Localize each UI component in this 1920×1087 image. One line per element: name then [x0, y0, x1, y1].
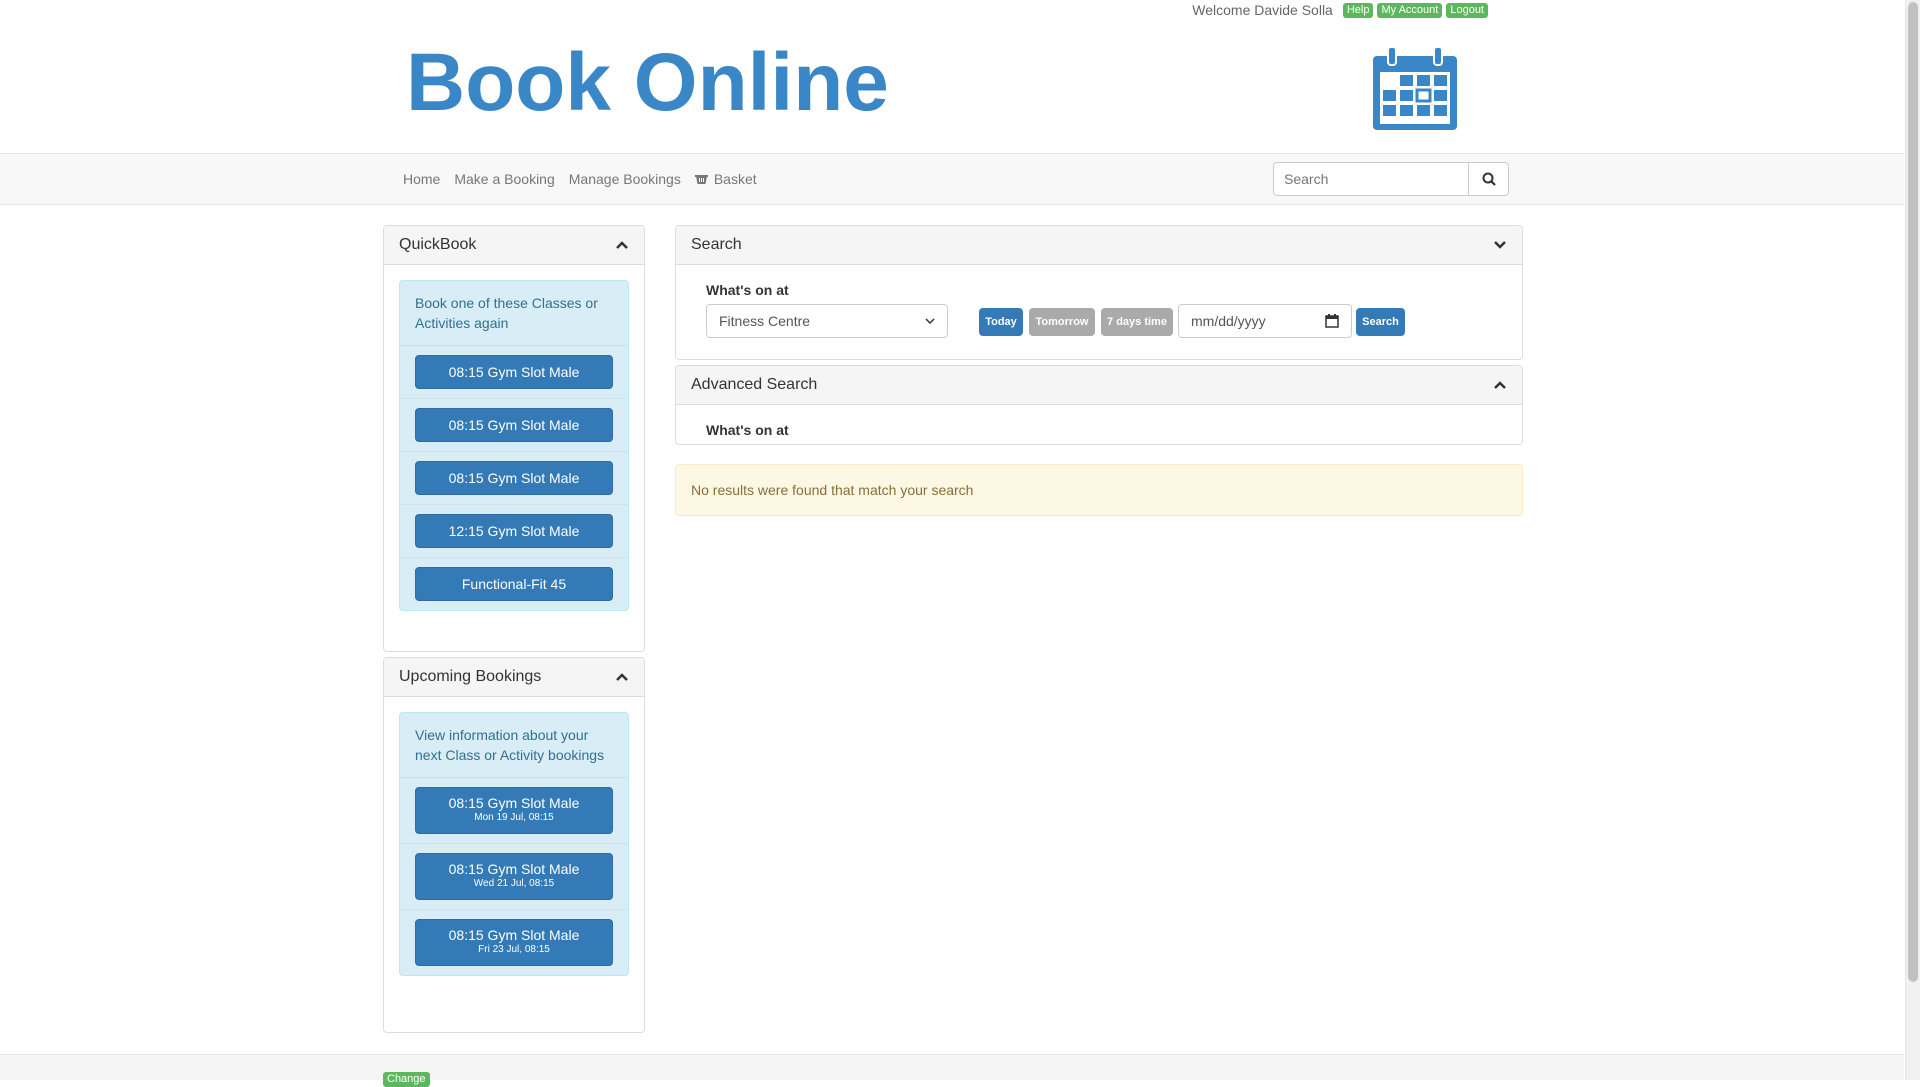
- advanced-search-heading[interactable]: Advanced Search: [676, 366, 1522, 405]
- chevron-up-icon[interactable]: [615, 670, 629, 684]
- advanced-whats-on-label: What's on at: [706, 422, 789, 438]
- list-item: 08:15 Gym Slot Male Fri 23 Jul, 08:15: [400, 910, 628, 975]
- search-panel-title: Search: [691, 236, 742, 253]
- quickbook-heading[interactable]: QuickBook: [384, 226, 644, 265]
- list-item: 08:15 Gym Slot Male: [400, 346, 628, 399]
- page-scrollbar[interactable]: [1905, 0, 1920, 1080]
- basket-icon: [694, 175, 708, 184]
- quickbook-box: Book one of these Classes or Activities …: [399, 280, 629, 611]
- quickbook-button[interactable]: 08:15 Gym Slot Male: [415, 408, 613, 442]
- list-item: 08:15 Gym Slot Male Wed 21 Jul, 08:15: [400, 844, 628, 910]
- booking-button[interactable]: 08:15 Gym Slot Male Wed 21 Jul, 08:15: [415, 853, 613, 900]
- booking-time: Mon 19 Jul, 08:15: [474, 812, 554, 823]
- date-input[interactable]: mm/dd/yyyy: [1178, 304, 1352, 338]
- whats-on-label: What's on at: [706, 282, 789, 298]
- top-bar: Welcome Davide Solla Help My Account Log…: [0, 0, 1904, 22]
- site-logo[interactable]: Book Online: [406, 42, 889, 124]
- tomorrow-button[interactable]: Tomorrow: [1029, 308, 1095, 336]
- chevron-up-icon[interactable]: [615, 238, 629, 252]
- main-navbar: Home Make a Booking Manage Bookings Bask…: [0, 153, 1904, 205]
- quickbook-button[interactable]: Functional-Fit 45: [415, 567, 613, 601]
- location-select-value: Fitness Centre: [719, 313, 811, 329]
- search-heading[interactable]: Search: [676, 226, 1522, 265]
- scrollbar-thumb[interactable]: [1908, 2, 1918, 982]
- today-button[interactable]: Today: [979, 308, 1023, 336]
- calendar-icon: [1373, 46, 1457, 130]
- list-item: Functional-Fit 45: [400, 558, 628, 610]
- list-item: 12:15 Gym Slot Male: [400, 505, 628, 558]
- site-footer: Change: [0, 1054, 1904, 1087]
- quickbook-intro: Book one of these Classes or Activities …: [400, 281, 628, 346]
- seven-days-button[interactable]: 7 days time: [1101, 308, 1173, 336]
- upcoming-bookings-panel: Upcoming Bookings View information about…: [383, 657, 645, 1033]
- booking-name: 08:15 Gym Slot Male: [448, 927, 580, 943]
- help-link[interactable]: Help: [1342, 2, 1374, 18]
- advanced-search-panel: Advanced Search What's on at: [675, 365, 1523, 445]
- list-item: 08:15 Gym Slot Male: [400, 399, 628, 452]
- list-item: 08:15 Gym Slot Male Mon 19 Jul, 08:15: [400, 778, 628, 844]
- search-submit-button[interactable]: Search: [1356, 308, 1405, 336]
- nav-menu: Home Make a Booking Manage Bookings Bask…: [396, 154, 764, 204]
- search-panel: Search What's on at Fitness Centre Today…: [675, 225, 1523, 360]
- booking-name: 08:15 Gym Slot Male: [448, 861, 580, 877]
- upcoming-bookings-title: Upcoming Bookings: [399, 668, 542, 685]
- location-select[interactable]: Fitness Centre: [706, 304, 948, 338]
- top-bar-links: Welcome Davide Solla Help My Account Log…: [1192, 2, 1488, 18]
- booking-button[interactable]: 08:15 Gym Slot Male Fri 23 Jul, 08:15: [415, 919, 613, 966]
- list-item: 08:15 Gym Slot Male: [400, 452, 628, 505]
- logout-link[interactable]: Logout: [1446, 2, 1488, 18]
- my-account-link[interactable]: My Account: [1377, 2, 1443, 18]
- site-header: Book Online: [0, 22, 1904, 152]
- quickbook-title: QuickBook: [399, 236, 477, 253]
- advanced-search-title: Advanced Search: [691, 376, 818, 393]
- nav-search-input[interactable]: [1273, 162, 1469, 196]
- nav-make-booking[interactable]: Make a Booking: [447, 171, 561, 187]
- search-icon: [1482, 172, 1496, 186]
- upcoming-bookings-heading[interactable]: Upcoming Bookings: [384, 658, 644, 697]
- nav-basket-label: Basket: [713, 171, 757, 187]
- chevron-down-icon: [925, 318, 935, 325]
- calendar-picker-icon[interactable]: [1325, 314, 1339, 328]
- upcoming-bookings-intro: View information about your next Class o…: [400, 713, 628, 778]
- nav-search-button[interactable]: [1469, 162, 1509, 196]
- welcome-text: Welcome Davide Solla: [1192, 2, 1333, 18]
- nav-manage-bookings[interactable]: Manage Bookings: [562, 171, 688, 187]
- upcoming-bookings-box: View information about your next Class o…: [399, 712, 629, 976]
- quickbook-button[interactable]: 08:15 Gym Slot Male: [415, 461, 613, 495]
- nav-search-form: [1273, 162, 1509, 196]
- booking-time: Wed 21 Jul, 08:15: [473, 878, 555, 889]
- chevron-up-icon[interactable]: [1493, 378, 1507, 392]
- no-results-alert: No results were found that match your se…: [675, 464, 1523, 516]
- booking-name: 08:15 Gym Slot Male: [448, 795, 580, 811]
- quickbook-panel: QuickBook Book one of these Classes or A…: [383, 225, 645, 652]
- quickbook-button[interactable]: 12:15 Gym Slot Male: [415, 514, 613, 548]
- booking-button[interactable]: 08:15 Gym Slot Male Mon 19 Jul, 08:15: [415, 787, 613, 834]
- quickbook-button[interactable]: 08:15 Gym Slot Male: [415, 355, 613, 389]
- date-input-placeholder: mm/dd/yyyy: [1191, 313, 1266, 329]
- nav-basket[interactable]: Basket: [688, 171, 764, 187]
- booking-time: Fri 23 Jul, 08:15: [478, 944, 550, 955]
- nav-home[interactable]: Home: [396, 171, 447, 187]
- chevron-down-icon[interactable]: [1493, 238, 1507, 252]
